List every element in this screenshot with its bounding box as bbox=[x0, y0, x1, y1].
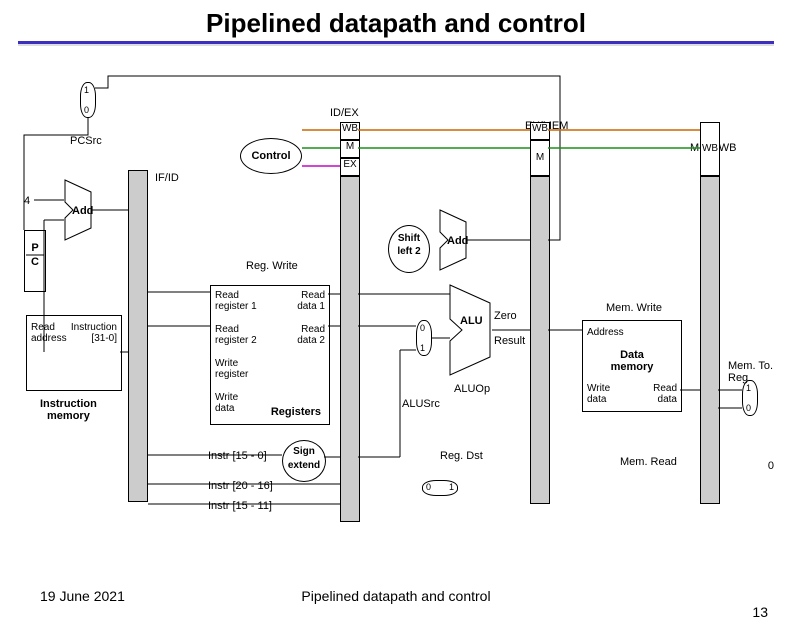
title-rule bbox=[18, 41, 774, 46]
page-title: Pipelined datapath and control bbox=[0, 8, 792, 39]
footer-date: 19 June 2021 bbox=[40, 588, 125, 604]
footer: 19 June 2021 Pipelined datapath and cont… bbox=[0, 588, 792, 604]
footer-page: 13 bbox=[752, 604, 768, 620]
wiring-overlay bbox=[0, 60, 792, 560]
